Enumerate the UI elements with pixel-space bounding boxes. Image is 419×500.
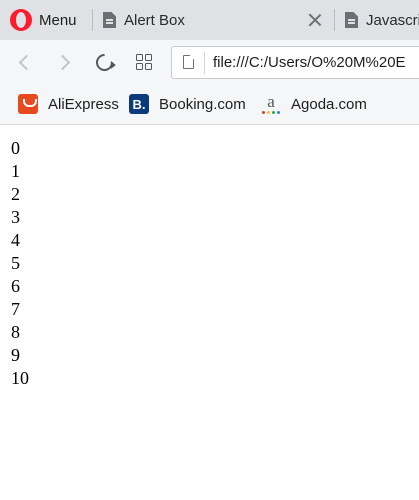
reload-button[interactable] bbox=[91, 49, 117, 75]
bookmark-label: AliExpress bbox=[48, 95, 119, 113]
number-line: 7 bbox=[11, 299, 20, 319]
document-icon bbox=[103, 12, 116, 28]
navigation-bar: file:///C:/Users/O%20M%20E bbox=[0, 40, 419, 84]
bookmark-label: Agoda.com bbox=[291, 95, 367, 113]
document-icon bbox=[345, 12, 358, 28]
number-line: 9 bbox=[11, 345, 20, 365]
agoda-letter: a bbox=[267, 92, 275, 111]
number-list: 0 1 2 3 4 5 6 7 8 9 10 bbox=[11, 137, 29, 390]
close-tab-icon[interactable] bbox=[306, 11, 324, 29]
bookmark-booking[interactable]: B. Booking.com bbox=[129, 93, 246, 115]
bookmark-label: Booking.com bbox=[159, 95, 246, 113]
agoda-icon: a bbox=[261, 92, 281, 114]
tab-javascript[interactable]: Javascript bbox=[345, 0, 419, 40]
agoda-dots bbox=[262, 111, 280, 114]
tab-title: Javascript bbox=[366, 11, 419, 29]
number-line: 3 bbox=[11, 207, 20, 227]
opera-logo-icon bbox=[10, 9, 32, 31]
tab-alert-box[interactable]: Alert Box bbox=[103, 0, 333, 40]
number-line: 5 bbox=[11, 253, 20, 273]
number-line: 8 bbox=[11, 322, 20, 342]
tab-separator bbox=[92, 9, 93, 31]
grid-icon bbox=[136, 54, 152, 70]
number-line: 10 bbox=[11, 368, 29, 388]
reload-icon bbox=[91, 49, 117, 75]
chevron-left-icon bbox=[18, 54, 34, 70]
page-info-icon[interactable] bbox=[183, 55, 194, 69]
number-line: 6 bbox=[11, 276, 20, 296]
bookmark-agoda[interactable]: a Agoda.com bbox=[261, 93, 367, 115]
tab-strip: Menu Alert Box Javascript bbox=[0, 0, 419, 40]
page-content: 0 1 2 3 4 5 6 7 8 9 10 bbox=[0, 125, 419, 500]
tab-title: Alert Box bbox=[124, 11, 185, 29]
address-divider bbox=[204, 52, 205, 74]
opera-menu-button[interactable]: Menu bbox=[0, 0, 90, 40]
chevron-right-icon bbox=[54, 54, 70, 70]
number-line: 2 bbox=[11, 184, 20, 204]
url-input[interactable]: file:///C:/Users/O%20M%20E bbox=[213, 54, 406, 71]
address-bar[interactable]: file:///C:/Users/O%20M%20E bbox=[171, 46, 419, 79]
bookmarks-bar: AliExpress B. Booking.com a Agoda.com bbox=[0, 84, 419, 125]
bookmark-aliexpress[interactable]: AliExpress bbox=[18, 93, 119, 115]
booking-icon: B. bbox=[129, 94, 149, 114]
back-button[interactable] bbox=[12, 50, 36, 74]
tab-separator bbox=[334, 9, 335, 31]
number-line: 4 bbox=[11, 230, 20, 250]
tab-overview-button[interactable] bbox=[132, 50, 156, 74]
number-line: 1 bbox=[11, 161, 20, 181]
forward-button[interactable] bbox=[52, 50, 76, 74]
number-line: 0 bbox=[11, 138, 20, 158]
aliexpress-icon bbox=[18, 94, 38, 114]
menu-label: Menu bbox=[39, 11, 77, 29]
